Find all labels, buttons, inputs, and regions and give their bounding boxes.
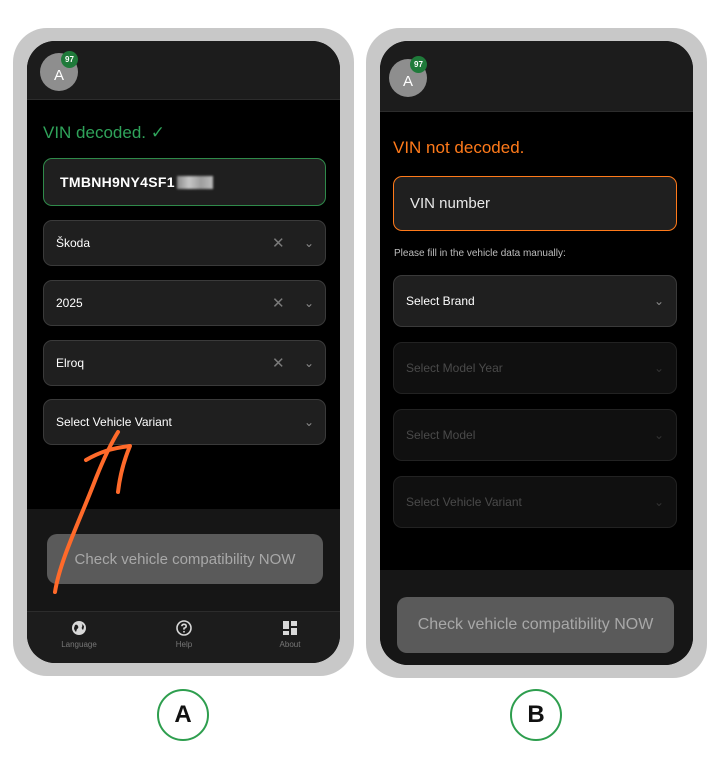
brand-value: Škoda — [56, 236, 91, 250]
chevron-down-icon: ⌄ — [654, 361, 665, 375]
check-compatibility-button[interactable]: Check vehicle compatibility NOW — [47, 534, 323, 584]
brand-select[interactable]: Škoda ✕ ⌄ — [43, 220, 326, 266]
vin-status: VIN decoded. ✓ — [43, 123, 165, 142]
vin-redaction — [176, 175, 213, 189]
variant-select[interactable]: Select Vehicle Variant ⌄ — [393, 476, 677, 528]
chevron-down-icon[interactable]: ⌄ — [304, 236, 314, 250]
nav-item-about[interactable]: About — [255, 612, 325, 649]
nav-item-help[interactable]: Help — [149, 612, 219, 649]
nav-label: Language — [61, 640, 97, 649]
nav-item-language[interactable]: Language — [44, 612, 114, 649]
variant-value: Select Vehicle Variant — [56, 415, 172, 429]
nav-label: About — [279, 640, 301, 649]
model-value: Select Model — [406, 428, 476, 442]
vin-status: VIN not decoded. — [393, 138, 525, 157]
top-bar-b: A 97 — [380, 41, 693, 112]
model-select[interactable]: Elroq ✕ ⌄ — [43, 340, 326, 386]
vin-input[interactable]: TMBNH9NY4SF1 — [43, 158, 326, 206]
globe-icon — [72, 621, 86, 635]
avatar-letter: A — [402, 72, 413, 90]
screen-a: A 97 VIN decoded. ✓ TMBNH9NY4SF1 Škoda ✕… — [27, 41, 340, 663]
top-bar-a: A 97 — [27, 41, 340, 100]
vin-placeholder: VIN number — [410, 195, 491, 212]
help-icon — [176, 620, 192, 636]
brand-value: Select Brand — [406, 294, 475, 308]
vin-input[interactable]: VIN number — [393, 176, 677, 231]
clear-icon[interactable]: ✕ — [272, 294, 285, 312]
model-value: Elroq — [56, 356, 85, 370]
variant-value: Select Vehicle Variant — [406, 495, 522, 509]
bottom-nav: Language Help About — [27, 611, 340, 663]
model-year-select[interactable]: 2025 ✕ ⌄ — [43, 280, 326, 326]
model-year-value: Select Model Year — [406, 361, 503, 375]
model-year-value: 2025 — [56, 296, 83, 310]
model-year-select[interactable]: Select Model Year ⌄ — [393, 342, 677, 394]
vin-value: TMBNH9NY4SF1 — [60, 174, 175, 190]
clear-icon[interactable]: ✕ — [272, 354, 285, 372]
chevron-down-icon[interactable]: ⌄ — [304, 415, 314, 429]
nav-label: Help — [175, 640, 193, 649]
panel-label-b: B — [510, 689, 562, 741]
model-select[interactable]: Select Model ⌄ — [393, 409, 677, 461]
panel-label-a: A — [157, 689, 209, 741]
phone-frame-b: A 97 VIN not decoded. VIN number Please … — [366, 28, 707, 678]
chevron-down-icon[interactable]: ⌄ — [654, 294, 664, 308]
manual-entry-hint: Please fill in the vehicle data manually… — [394, 248, 566, 259]
chevron-down-icon: ⌄ — [654, 495, 665, 509]
chevron-down-icon: ⌄ — [654, 428, 665, 442]
clear-icon[interactable]: ✕ — [272, 234, 285, 252]
phone-frame-a: A 97 VIN decoded. ✓ TMBNH9NY4SF1 Škoda ✕… — [13, 28, 354, 676]
brand-select[interactable]: Select Brand ⌄ — [393, 275, 677, 327]
avatar-badge: 97 — [410, 56, 427, 73]
chevron-down-icon[interactable]: ⌄ — [304, 356, 314, 370]
grid-icon — [283, 621, 297, 635]
check-compatibility-button[interactable]: Check vehicle compatibility NOW — [397, 597, 674, 653]
avatar-letter: A — [53, 66, 64, 84]
variant-select[interactable]: Select Vehicle Variant ⌄ — [43, 399, 326, 445]
avatar-badge: 97 — [61, 51, 78, 68]
chevron-down-icon[interactable]: ⌄ — [304, 296, 314, 310]
screen-b: A 97 VIN not decoded. VIN number Please … — [380, 41, 693, 665]
